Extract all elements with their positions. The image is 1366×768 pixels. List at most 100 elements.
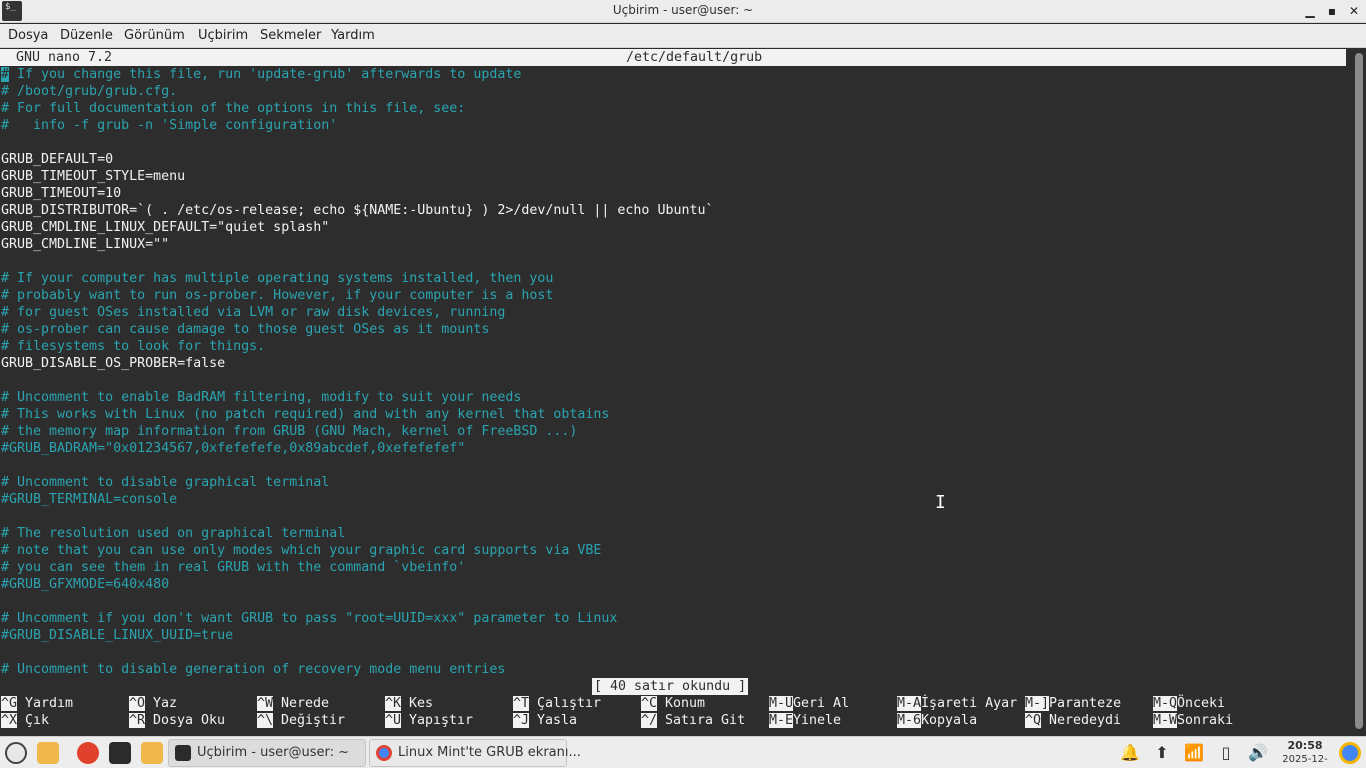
shortcut-label: Çık: [25, 713, 50, 728]
terminal-scrollbar[interactable]: [1352, 49, 1366, 735]
chrome-icon: [376, 745, 392, 761]
shortcut-label: Değiştir: [281, 713, 346, 728]
shortcut-item[interactable]: M-WSonraki: [1153, 712, 1233, 729]
editor-line-text: # filesystems to look for things.: [1, 339, 266, 354]
shortcut-item[interactable]: ^R Dosya Oku: [129, 712, 225, 729]
shortcut-label: Yapıştır: [409, 713, 474, 728]
shortcut-key: ^X: [1, 713, 18, 728]
shortcut-item[interactable]: ^T Çalıştır: [513, 695, 601, 712]
menu-sekmeler[interactable]: Sekmeler: [260, 28, 321, 43]
shortcut-label: Yaz: [153, 696, 178, 711]
editor-line-text: # The resolution used on graphical termi…: [1, 526, 346, 541]
editor-line: GRUB_CMDLINE_LINUX="": [1, 236, 169, 253]
editor-line-text: # you can see them in real GRUB with the…: [1, 560, 466, 575]
editor-line-text: #GRUB_GFXMODE=640x480: [1, 577, 170, 592]
editor-line-text: If you change this file, run 'update-gru…: [9, 67, 522, 82]
editor-line-text: GRUB_TIMEOUT_STYLE=menu: [1, 169, 186, 184]
window-title: Uçbirim - user@user: ~: [612, 3, 754, 17]
editor-line: # Uncomment if you don't want GRUB to pa…: [1, 610, 617, 627]
shortcut-item[interactable]: ^\ Değiştir: [257, 712, 345, 729]
battery-icon[interactable]: ▯: [1216, 743, 1236, 763]
minimize-button[interactable]: ▁: [1301, 2, 1319, 20]
editor-line-text: # If your computer has multiple operatin…: [1, 271, 554, 286]
shortcut-key: ^K: [385, 696, 402, 711]
close-button[interactable]: ✕: [1345, 2, 1363, 20]
shortcut-key: M-]: [1025, 696, 1050, 711]
editor-line-text: # This works with Linux (no patch requir…: [1, 407, 610, 422]
shortcut-label: Konum: [665, 696, 706, 711]
wifi-icon[interactable]: 📶: [1184, 743, 1204, 763]
update-manager-icon[interactable]: ⬆: [1152, 743, 1172, 763]
files-icon[interactable]: [141, 742, 163, 764]
menu-ucbirim[interactable]: Uçbirim: [198, 28, 248, 43]
shortcut-item[interactable]: M-EYinele: [769, 712, 841, 729]
menu-yardim[interactable]: Yardım: [331, 28, 375, 43]
menu-gorunum[interactable]: Görünüm: [124, 28, 185, 43]
menu-duzenle[interactable]: Düzenle: [60, 28, 113, 43]
editor-line-text: #GRUB_TERMINAL=console: [1, 492, 178, 507]
shortcut-item[interactable]: ^K Kes: [385, 695, 433, 712]
notification-bell-icon[interactable]: 🔔: [1120, 743, 1140, 763]
chrome-tray-icon[interactable]: [1339, 742, 1361, 764]
editor-line: GRUB_TIMEOUT=10: [1, 185, 121, 202]
editor-line-text: # note that you can use only modes which…: [1, 543, 602, 558]
editor-line-text: GRUB_DISTRIBUTOR=`( . /etc/os-release; e…: [1, 203, 714, 218]
shortcut-key: ^G: [1, 696, 18, 711]
shortcut-item[interactable]: ^W Nerede: [257, 695, 329, 712]
shortcut-label: Yardım: [25, 696, 74, 711]
shortcut-item[interactable]: ^C Konum: [641, 695, 705, 712]
editor-line: # The resolution used on graphical termi…: [1, 525, 345, 542]
editor-line-text: #GRUB_DISABLE_LINUX_UUID=true: [1, 628, 234, 643]
shortcut-item[interactable]: M-6Kopyala: [897, 712, 977, 729]
shortcut-key: ^\: [257, 713, 274, 728]
terminal-icon: [175, 745, 191, 761]
mint-menu-icon[interactable]: [5, 742, 27, 764]
shortcut-key: M-6: [897, 713, 922, 728]
editor-line-text: # For full documentation of the options …: [1, 101, 466, 116]
task-chrome[interactable]: Linux Mint'te GRUB ekranı...: [369, 739, 581, 767]
shortcut-item[interactable]: ^O Yaz: [129, 695, 177, 712]
terminal-area[interactable]: GNU nano 7.2 /etc/default/grub # If you …: [0, 49, 1352, 735]
shortcut-item[interactable]: M-QÖnceki: [1153, 695, 1225, 712]
shortcut-key: ^/: [641, 713, 658, 728]
editor-line-text: GRUB_CMDLINE_LINUX_DEFAULT="quiet splash…: [1, 220, 330, 235]
editor-line: # the memory map information from GRUB (…: [1, 423, 577, 440]
editor-line-text: # /boot/grub/grub.cfg.: [1, 84, 178, 99]
show-desktop-icon[interactable]: [37, 742, 59, 764]
nano-filename: /etc/default/grub: [626, 50, 763, 65]
editor-line-text: GRUB_CMDLINE_LINUX="": [1, 237, 170, 252]
shortcut-item[interactable]: M-]Paranteze: [1025, 695, 1121, 712]
shortcut-key: ^R: [129, 713, 146, 728]
editor-line: # filesystems to look for things.: [1, 338, 265, 355]
volume-icon[interactable]: 🔊: [1248, 743, 1268, 763]
shortcut-label: Çalıştır: [537, 696, 602, 711]
editor-line-text: # probably want to run os-prober. Howeve…: [1, 288, 554, 303]
shortcut-label: Satıra Git: [665, 713, 746, 728]
clock[interactable]: 20:58 2025-12-19: [1276, 739, 1334, 768]
shortcut-item[interactable]: M-Aİşareti Ayar: [897, 695, 1017, 712]
shortcut-item[interactable]: ^J Yasla: [513, 712, 577, 729]
editor-line: # /boot/grub/grub.cfg.: [1, 83, 177, 100]
scrollbar-thumb[interactable]: [1355, 53, 1363, 729]
shortcut-item[interactable]: M-UGeri Al: [769, 695, 849, 712]
task-terminal[interactable]: Uçbirim - user@user: ~: [168, 739, 366, 767]
editor-line: # Uncomment to disable generation of rec…: [1, 661, 505, 678]
shortcut-item[interactable]: ^G Yardım: [1, 695, 73, 712]
shortcut-item[interactable]: ^U Yapıştır: [385, 712, 473, 729]
shortcut-key: M-U: [769, 696, 794, 711]
firefox-icon[interactable]: [77, 742, 99, 764]
editor-line-text: # os-prober can cause damage to those gu…: [1, 322, 490, 337]
editor-line: GRUB_DISABLE_OS_PROBER=false: [1, 355, 225, 372]
shortcut-key: M-W: [1153, 713, 1178, 728]
shortcut-item[interactable]: ^Q Neredeydi: [1025, 712, 1121, 729]
shortcut-item[interactable]: ^/ Satıra Git: [641, 712, 745, 729]
terminal-launcher-icon[interactable]: [109, 742, 131, 764]
editor-line-text: GRUB_DISABLE_OS_PROBER=false: [1, 356, 226, 371]
editor-line: GRUB_TIMEOUT_STYLE=menu: [1, 168, 185, 185]
maximize-button[interactable]: ▪: [1323, 2, 1341, 20]
shortcut-item[interactable]: ^X Çık: [1, 712, 49, 729]
menu-dosya[interactable]: Dosya: [8, 28, 48, 43]
nano-header: GNU nano 7.2 /etc/default/grub: [0, 49, 1346, 66]
shortcut-label: Yinele: [793, 713, 842, 728]
editor-line: #GRUB_TERMINAL=console: [1, 491, 177, 508]
